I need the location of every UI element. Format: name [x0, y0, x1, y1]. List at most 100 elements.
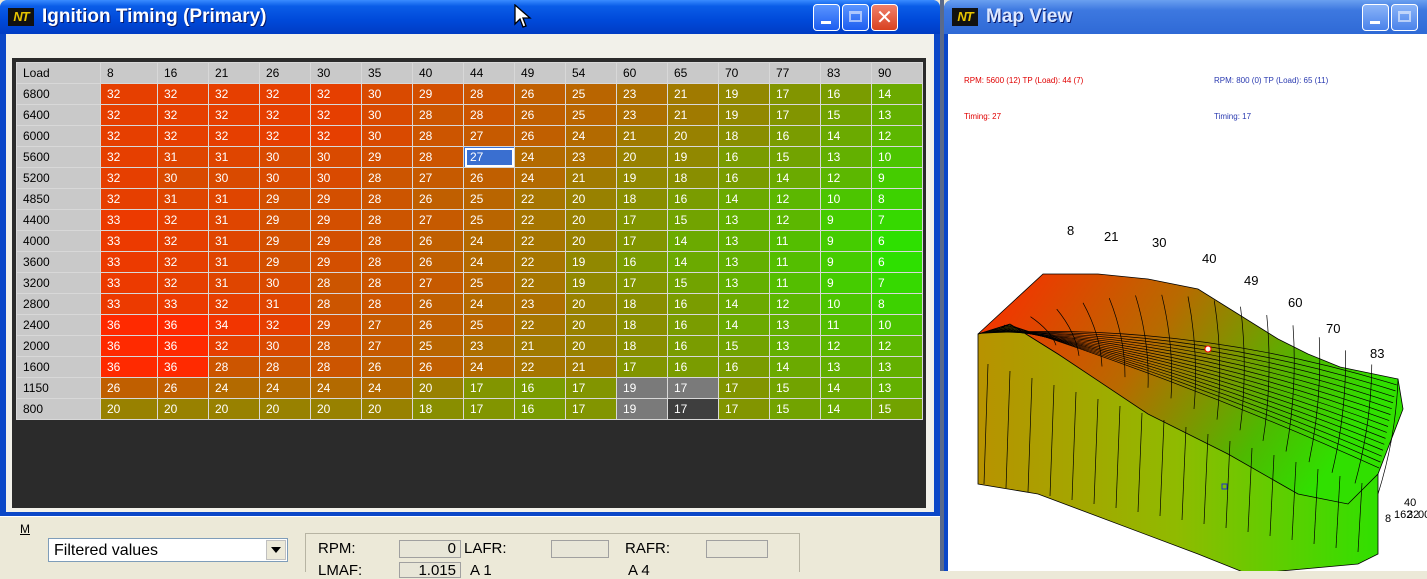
- timing-cell[interactable]: 26: [463, 167, 515, 189]
- timing-cell[interactable]: 32: [310, 104, 362, 126]
- timing-cell[interactable]: 27: [361, 314, 413, 336]
- timing-cell[interactable]: 20: [157, 398, 209, 420]
- timing-cell[interactable]: 24: [463, 356, 515, 378]
- timing-cell[interactable]: 14: [820, 398, 872, 420]
- timing-cell[interactable]: 26: [412, 356, 464, 378]
- timing-cell[interactable]: 6: [871, 251, 923, 273]
- timing-cell[interactable]: 26: [361, 356, 413, 378]
- timing-cell[interactable]: 36: [157, 314, 209, 336]
- timing-cell[interactable]: 13: [820, 356, 872, 378]
- timing-cell[interactable]: 20: [616, 146, 668, 168]
- timing-cell[interactable]: 17: [463, 398, 515, 420]
- timing-cell[interactable]: 32: [259, 104, 311, 126]
- timing-cell[interactable]: 12: [820, 167, 872, 189]
- timing-cell[interactable]: 20: [100, 398, 158, 420]
- timing-cell[interactable]: 25: [463, 314, 515, 336]
- timing-cell[interactable]: 17: [718, 377, 770, 399]
- minimize-button[interactable]: [813, 4, 840, 31]
- timing-cell[interactable]: 19: [616, 398, 668, 420]
- timing-cell[interactable]: 9: [820, 272, 872, 294]
- timing-cell[interactable]: 28: [310, 272, 362, 294]
- filter-select[interactable]: Filtered values: [48, 538, 288, 562]
- timing-cell[interactable]: 16: [616, 251, 668, 273]
- timing-cell[interactable]: 28: [361, 230, 413, 252]
- timing-cell[interactable]: 32: [259, 83, 311, 105]
- timing-cell[interactable]: 17: [565, 398, 617, 420]
- timing-cell[interactable]: 16: [667, 188, 719, 210]
- timing-cell[interactable]: 22: [514, 272, 566, 294]
- timing-cell[interactable]: 32: [100, 167, 158, 189]
- timing-cell[interactable]: 16: [514, 398, 566, 420]
- timing-cell[interactable]: 32: [208, 335, 260, 357]
- timing-cell[interactable]: 20: [565, 230, 617, 252]
- timing-cell[interactable]: 8: [871, 293, 923, 315]
- timing-cell[interactable]: 27: [412, 167, 464, 189]
- timing-cell[interactable]: 15: [718, 335, 770, 357]
- timing-cell[interactable]: 26: [514, 104, 566, 126]
- timing-cell[interactable]: 30: [259, 167, 311, 189]
- timing-cell[interactable]: 28: [310, 293, 362, 315]
- timing-cell[interactable]: 13: [718, 251, 770, 273]
- timing-cell[interactable]: 27: [412, 272, 464, 294]
- timing-cell[interactable]: 32: [157, 125, 209, 147]
- timing-cell[interactable]: 17: [616, 272, 668, 294]
- timing-cell[interactable]: 15: [769, 398, 821, 420]
- timing-cell[interactable]: 26: [157, 377, 209, 399]
- timing-cell[interactable]: 16: [769, 125, 821, 147]
- timing-cell[interactable]: 10: [871, 146, 923, 168]
- timing-cell[interactable]: 29: [259, 230, 311, 252]
- timing-cell[interactable]: 21: [565, 167, 617, 189]
- timing-cell[interactable]: 29: [412, 83, 464, 105]
- timing-cell[interactable]: 29: [310, 314, 362, 336]
- timing-cell[interactable]: 21: [667, 83, 719, 105]
- dropdown-button[interactable]: [266, 540, 286, 560]
- timing-cell[interactable]: 12: [871, 335, 923, 357]
- timing-cell[interactable]: 17: [616, 209, 668, 231]
- timing-cell[interactable]: 32: [157, 209, 209, 231]
- timing-cell[interactable]: 26: [412, 251, 464, 273]
- timing-cell[interactable]: 31: [208, 230, 260, 252]
- timing-cell[interactable]: 13: [769, 314, 821, 336]
- timing-cell[interactable]: 27: [463, 146, 515, 168]
- timing-cell[interactable]: 19: [616, 167, 668, 189]
- timing-cell[interactable]: 30: [208, 167, 260, 189]
- timing-cell[interactable]: 26: [412, 293, 464, 315]
- timing-cell[interactable]: 22: [514, 188, 566, 210]
- timing-cell[interactable]: 29: [259, 188, 311, 210]
- timing-cell[interactable]: 13: [871, 104, 923, 126]
- timing-cell[interactable]: 13: [871, 356, 923, 378]
- maximize-button[interactable]: [842, 4, 869, 31]
- timing-cell[interactable]: 15: [667, 272, 719, 294]
- timing-cell[interactable]: 32: [100, 104, 158, 126]
- timing-cell[interactable]: 9: [820, 209, 872, 231]
- map-titlebar[interactable]: NT Map View: [944, 0, 1427, 34]
- timing-cell[interactable]: 12: [769, 209, 821, 231]
- timing-cell[interactable]: 32: [157, 104, 209, 126]
- timing-cell[interactable]: 28: [361, 293, 413, 315]
- timing-cell[interactable]: 28: [412, 125, 464, 147]
- timing-cell[interactable]: 20: [361, 398, 413, 420]
- timing-cell[interactable]: 36: [157, 356, 209, 378]
- timing-cell[interactable]: 29: [310, 251, 362, 273]
- timing-cell[interactable]: 31: [208, 272, 260, 294]
- timing-cell[interactable]: 30: [259, 272, 311, 294]
- timing-cell[interactable]: 10: [820, 188, 872, 210]
- timing-cell[interactable]: 20: [565, 335, 617, 357]
- timing-cell[interactable]: 30: [361, 83, 413, 105]
- timing-cell[interactable]: 28: [208, 356, 260, 378]
- timing-cell[interactable]: 23: [565, 146, 617, 168]
- timing-cell[interactable]: 10: [820, 293, 872, 315]
- timing-cell[interactable]: 32: [100, 188, 158, 210]
- timing-cell[interactable]: 30: [259, 146, 311, 168]
- timing-cell[interactable]: 9: [820, 251, 872, 273]
- timing-cell[interactable]: 18: [616, 188, 668, 210]
- close-button[interactable]: ✕: [871, 4, 898, 31]
- timing-cell[interactable]: 27: [463, 125, 515, 147]
- timing-cell[interactable]: 11: [769, 272, 821, 294]
- timing-cell[interactable]: 32: [208, 104, 260, 126]
- timing-cell[interactable]: 21: [667, 104, 719, 126]
- timing-cell[interactable]: 13: [769, 335, 821, 357]
- timing-cell[interactable]: 22: [514, 356, 566, 378]
- timing-cell[interactable]: 24: [361, 377, 413, 399]
- timing-cell[interactable]: 31: [208, 209, 260, 231]
